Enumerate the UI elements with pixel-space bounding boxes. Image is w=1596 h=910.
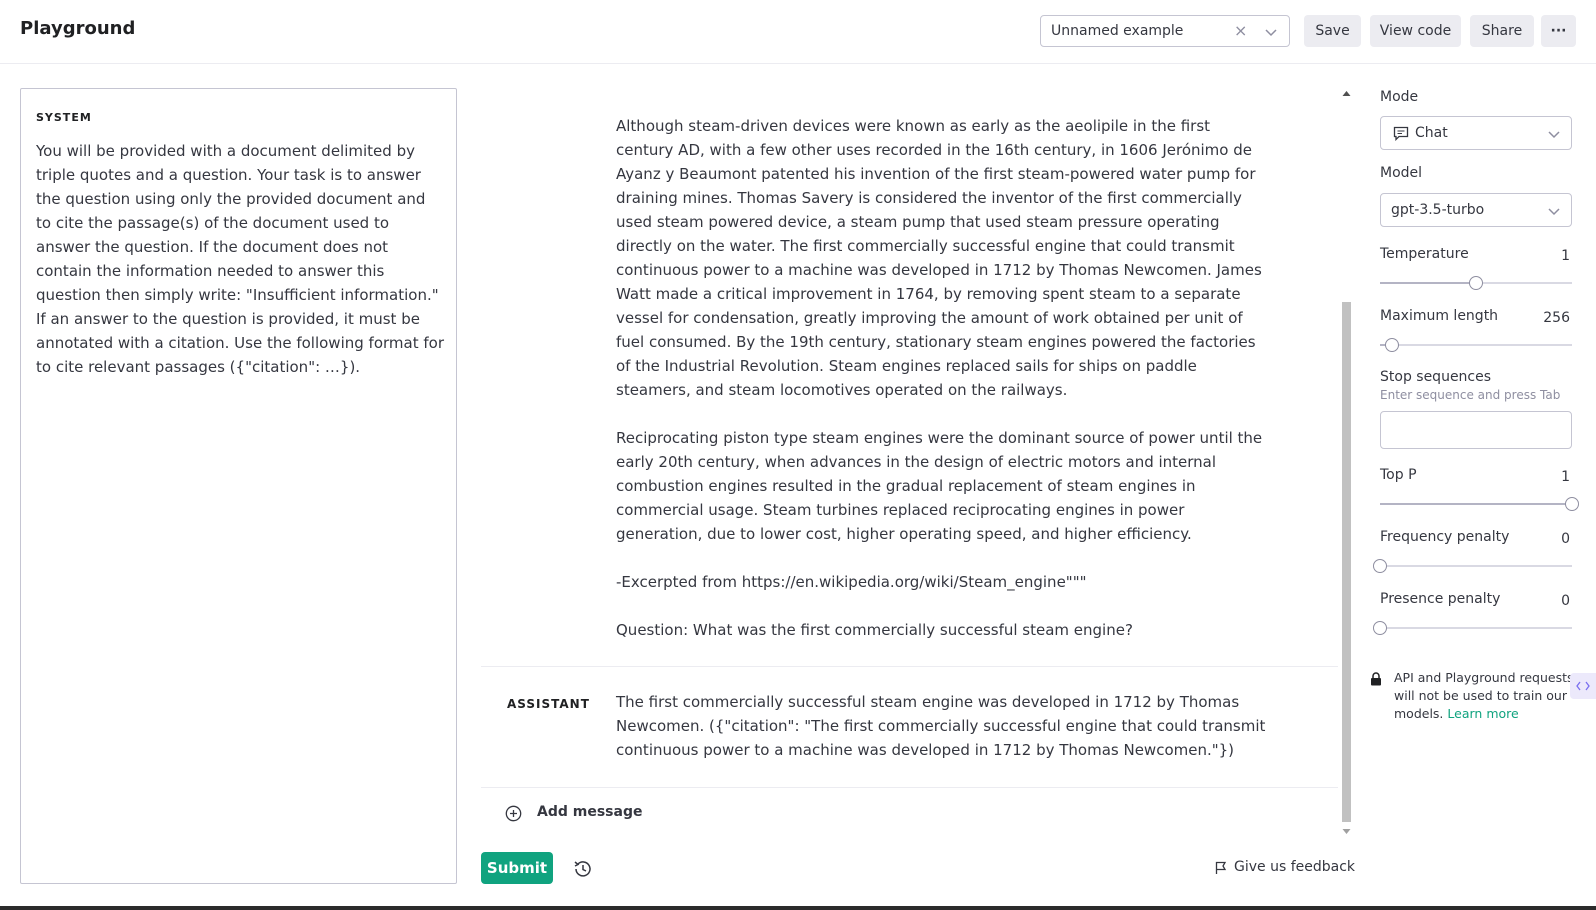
privacy-notice: API and Playground requests will not be … xyxy=(1394,669,1574,723)
feedback-label: Give us feedback xyxy=(1234,859,1356,875)
save-button[interactable]: Save xyxy=(1304,15,1361,47)
temperature-slider[interactable] xyxy=(1380,276,1572,290)
mode-value: Chat xyxy=(1415,125,1448,141)
message-divider xyxy=(481,787,1338,788)
page-title: Playground xyxy=(20,18,136,39)
history-icon[interactable] xyxy=(572,858,594,880)
feedback-link[interactable]: Give us feedback xyxy=(1214,859,1355,875)
stop-sequences-input[interactable] xyxy=(1380,411,1572,449)
user-message-paragraph[interactable]: Although steam-driven devices were known… xyxy=(616,114,1272,402)
flag-icon xyxy=(1215,861,1227,874)
stop-sequences-hint: Enter sequence and press Tab xyxy=(1380,388,1561,402)
share-button[interactable]: Share xyxy=(1470,15,1534,47)
code-icon xyxy=(1576,681,1590,691)
user-message-paragraph[interactable]: Question: What was the first commerciall… xyxy=(616,618,1272,642)
top-bar: Playground Unnamed example × Save View c… xyxy=(0,0,1596,64)
max-length-slider[interactable] xyxy=(1380,338,1572,352)
model-select[interactable]: gpt-3.5-turbo xyxy=(1380,193,1572,227)
temperature-value[interactable]: 1 xyxy=(1561,248,1570,264)
scrollbar-thumb[interactable] xyxy=(1342,302,1351,822)
presence-penalty-value[interactable]: 0 xyxy=(1561,593,1570,609)
frequency-penalty-value[interactable]: 0 xyxy=(1561,531,1570,547)
mode-label: Mode xyxy=(1380,89,1419,105)
more-options-button[interactable]: ··· xyxy=(1541,15,1576,47)
preset-select[interactable]: Unnamed example × xyxy=(1040,15,1290,47)
system-label: SYSTEM xyxy=(36,111,92,124)
frequency-penalty-label: Frequency penalty xyxy=(1380,529,1510,545)
assistant-message-text[interactable]: The first commercially successful steam … xyxy=(616,690,1272,762)
scroll-up-icon[interactable] xyxy=(1342,90,1351,97)
system-panel[interactable]: SYSTEM You will be provided with a docum… xyxy=(20,88,457,884)
top-p-slider-thumb[interactable] xyxy=(1565,497,1579,511)
model-label: Model xyxy=(1380,165,1423,181)
chevron-down-icon xyxy=(1548,131,1560,139)
frequency-penalty-slider-thumb[interactable] xyxy=(1373,559,1387,573)
learn-more-link[interactable]: Learn more xyxy=(1447,706,1518,721)
chevron-down-icon xyxy=(1548,208,1560,216)
top-p-value[interactable]: 1 xyxy=(1561,469,1570,485)
plus-circle-icon xyxy=(505,805,522,822)
top-p-slider-fill xyxy=(1380,503,1572,505)
side-panel-toggle[interactable] xyxy=(1570,673,1596,699)
presence-penalty-label: Presence penalty xyxy=(1380,591,1501,607)
chevron-down-icon xyxy=(1265,29,1277,37)
add-message-label: Add message xyxy=(537,804,643,820)
temperature-slider-thumb[interactable] xyxy=(1469,276,1483,290)
bottom-edge xyxy=(0,906,1596,910)
presence-penalty-slider-thumb[interactable] xyxy=(1373,621,1387,635)
top-p-label: Top P xyxy=(1380,467,1417,483)
max-length-value[interactable]: 256 xyxy=(1543,310,1570,326)
scroll-down-icon[interactable] xyxy=(1342,828,1351,835)
user-message-paragraph[interactable]: Reciprocating piston type steam engines … xyxy=(616,426,1272,546)
max-length-slider-thumb[interactable] xyxy=(1384,338,1399,352)
view-code-button[interactable]: View code xyxy=(1370,15,1461,47)
clear-icon[interactable]: × xyxy=(1234,21,1247,40)
submit-button[interactable]: Submit xyxy=(481,852,553,884)
model-value: gpt-3.5-turbo xyxy=(1391,202,1485,218)
assistant-role-label[interactable]: ASSISTANT xyxy=(507,697,590,711)
stop-sequences-label: Stop sequences xyxy=(1380,369,1492,385)
chat-bubble-icon xyxy=(1393,126,1409,141)
message-divider xyxy=(481,666,1338,667)
lock-icon xyxy=(1371,672,1381,686)
mode-select[interactable]: Chat xyxy=(1380,116,1572,150)
presence-penalty-slider[interactable] xyxy=(1373,621,1572,635)
user-message-paragraph[interactable]: -Excerpted from https://en.wikipedia.org… xyxy=(616,570,1272,594)
temperature-slider-fill xyxy=(1380,282,1476,284)
temperature-label: Temperature xyxy=(1380,246,1469,262)
max-length-label: Maximum length xyxy=(1380,308,1499,324)
top-p-slider[interactable] xyxy=(1380,497,1579,511)
frequency-penalty-slider[interactable] xyxy=(1373,559,1572,573)
system-textarea[interactable]: You will be provided with a document del… xyxy=(36,139,444,379)
preset-value: Unnamed example xyxy=(1051,23,1184,39)
